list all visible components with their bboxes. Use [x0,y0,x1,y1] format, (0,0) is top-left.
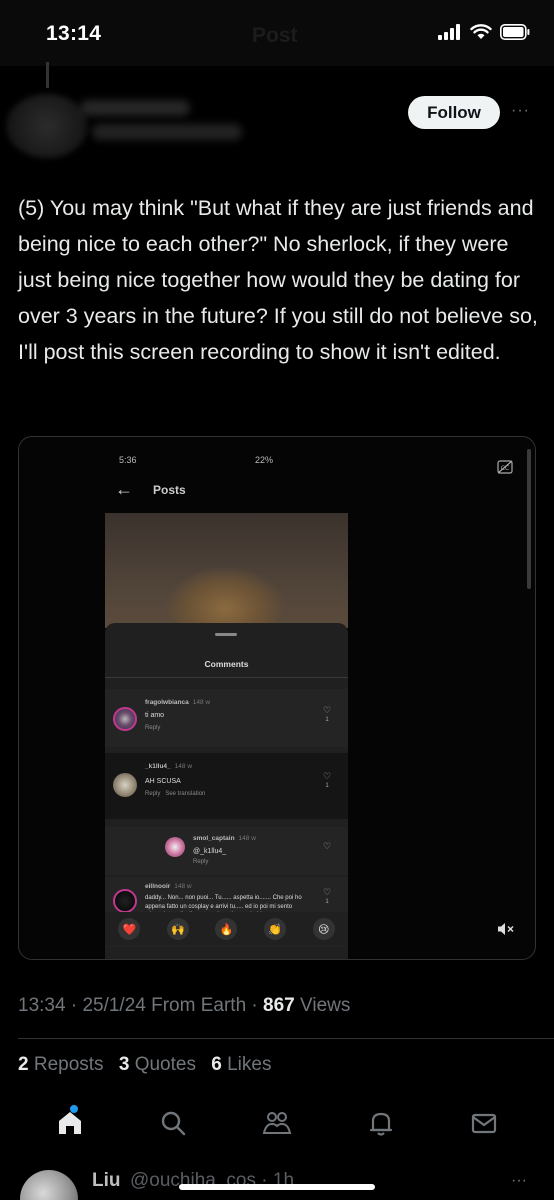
author-handle-redacted [92,124,242,140]
status-bar: 13:14 Post [0,0,554,66]
post-time: 13:34 [18,995,66,1016]
likes-stat[interactable]: 6 Likes [211,1054,271,1075]
avatar[interactable] [6,94,88,158]
thread-line [46,62,49,88]
reply-preview[interactable]: Liu @ouchiha_cos · 1h ··· [0,1160,554,1200]
comment-reply: Reply [145,725,161,731]
reply-author-name: Liu [92,1170,121,1191]
comment-avatar [113,889,137,913]
comments-sheet: Comments fragolwbianca 148 w ti amo Reply… [105,623,348,959]
comment-like-icon: ♡ 1 [323,771,332,789]
wifi-icon [470,24,492,39]
follow-button[interactable]: Follow [408,96,500,129]
sheet-title: Comments [204,659,249,669]
comment-text: @_k1llu4_ [193,848,227,855]
status-time: 13:14 [46,22,102,45]
video-nav-title: Posts [153,483,186,497]
signal-icon [438,24,460,40]
reposts-stat[interactable]: 2 Reposts [18,1054,104,1075]
emoji-crying: 😢 [312,918,335,940]
tab-search[interactable] [153,1103,193,1143]
comment-text: ti amo [145,712,165,719]
tab-home[interactable] [50,1103,90,1143]
comment-username: fragolwbianca 148 w [145,699,211,706]
author-row: Follow ··· [0,86,554,158]
comment-username: _k1llu4_ 148 w [145,763,193,770]
emoji-reaction-bar: ❤️ 🙌 🔥 👏 😢 [105,912,348,946]
post-meta: 13:34 · 25/1/24 From Earth · 867 Views [18,995,351,1016]
author-name-redacted [80,100,190,116]
home-indicator [179,1184,375,1190]
svg-text:CC: CC [501,465,509,472]
comment-item: _k1llu4_ 148 w AH SCUSA Reply See transla… [105,753,348,819]
post-stats: 2 Reposts 3 Quotes 6 Likes [18,1054,271,1076]
home-icon [58,1112,81,1134]
battery-icon [500,24,530,40]
captions-icon[interactable]: CC [497,459,513,475]
comment-avatar [165,837,185,857]
tab-bar [0,1092,554,1154]
tab-messages[interactable] [464,1103,504,1143]
comment-like-icon: ♡ 1 [323,887,332,905]
video-back-icon: ← [115,479,133,499]
comment-reply: Reply See translation [145,791,206,797]
video-scrollbar [527,449,531,589]
tab-notifications[interactable] [361,1103,401,1143]
tab-communities[interactable] [257,1103,297,1143]
comment-username: eillnooir 148 w [145,883,192,890]
comment-like-icon: ♡ 1 [323,705,332,723]
views-label: Views [300,995,351,1016]
sheet-divider [105,677,348,678]
status-icons [438,24,530,40]
views-count: 867 [263,995,295,1016]
more-options-icon[interactable]: ··· [511,102,530,120]
comment-avatar [113,707,137,731]
comment-item: fragolwbianca 148 w ti amo Reply ♡ 1 [105,689,348,747]
reply-avatar[interactable] [20,1170,78,1200]
sheet-handle [215,633,237,636]
post-text: (5) You may think "But what if they are … [18,196,538,364]
comment-username: smol_captain 148 w [193,835,256,842]
mute-icon[interactable] [497,921,515,937]
video-status-battery: 22% [255,455,274,465]
emoji-heart: ❤️ [118,918,141,940]
search-icon [162,1111,186,1136]
comment-like-icon: ♡ [323,841,332,851]
page-title: Post [252,24,298,47]
reply-more-icon[interactable]: ··· [511,1172,527,1190]
emoji-clap: 👏 [264,918,287,940]
video-player[interactable]: CC 5:36 22% ← Posts Comments fragolwbian… [18,436,536,960]
post-date: 25/1/24 [82,995,146,1016]
comment-reply: Reply [193,859,209,865]
emoji-raised-hands: 🙌 [166,918,189,940]
quotes-stat[interactable]: 3 Quotes [119,1054,196,1075]
home-notification-dot [69,1105,78,1113]
notifications-icon [369,1112,392,1136]
video-status-time: 5:36 [119,455,137,465]
post-location: From Earth [151,995,247,1016]
video-photo [105,513,348,637]
divider [18,1038,554,1039]
emoji-fire: 🔥 [215,918,238,940]
comment-item: smol_captain 148 w @_k1llu4_ Reply ♡ [105,827,348,875]
communities-icon [262,1112,292,1134]
messages-icon [472,1113,497,1134]
comment-text: AH SCUSA [145,778,181,785]
comment-avatar [113,773,137,797]
